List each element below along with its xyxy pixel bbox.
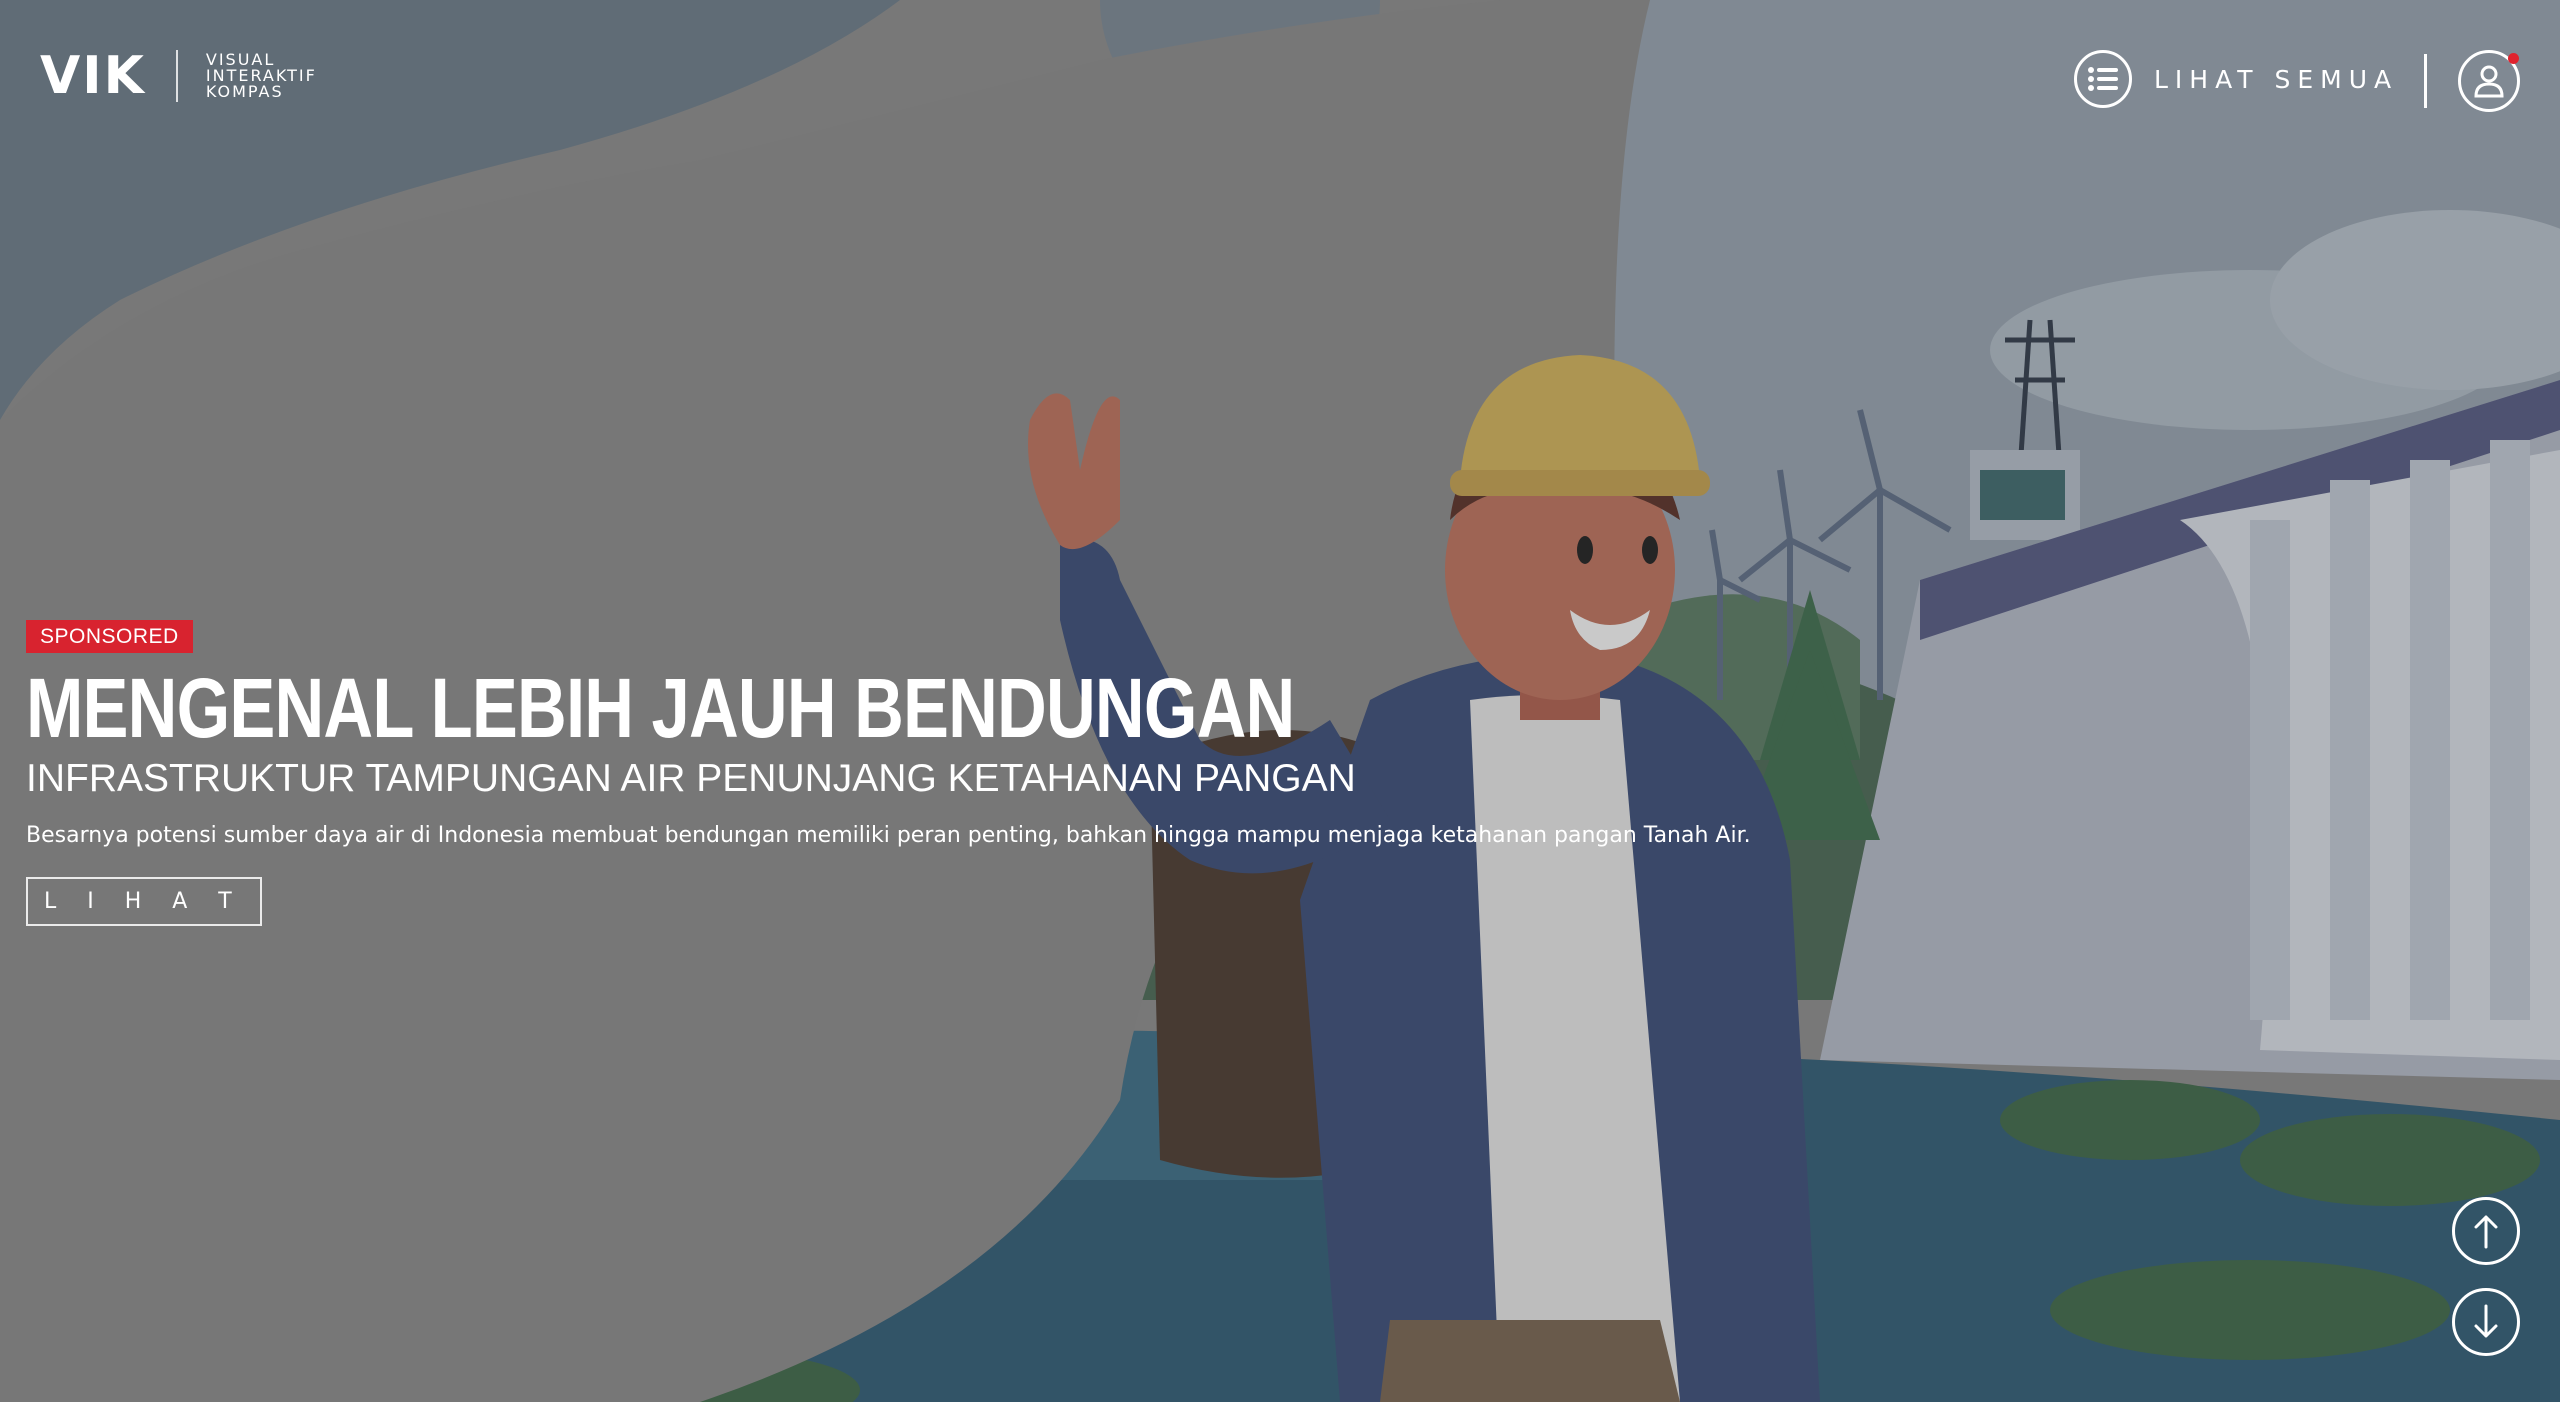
hero-title: MENGENAL LEBIH JAUH BENDUNGAN (26, 661, 1295, 755)
sponsored-badge: SPONSORED (26, 620, 193, 653)
list-icon (2074, 50, 2132, 108)
vik-logo[interactable]: VIK VISUAL INTERAKTIF KOMPAS (40, 50, 317, 102)
lihat-button[interactable]: L I H A T (26, 877, 262, 926)
logo-divider (175, 50, 178, 102)
user-account-button[interactable] (2458, 50, 2520, 112)
scroll-down-button[interactable] (2452, 1288, 2520, 1356)
view-all-label: LIHAT SEMUA (2154, 64, 2399, 94)
logo-subtitle: VISUAL INTERAKTIF KOMPAS (206, 52, 317, 100)
header-divider (2424, 54, 2427, 108)
hero-description: Besarnya potensi sumber daya air di Indo… (26, 823, 1751, 848)
view-all-button[interactable]: LIHAT SEMUA (2074, 50, 2398, 108)
hero-content: SPONSORED MENGENAL LEBIH JAUH BENDUNGAN … (26, 620, 1751, 926)
logo-sub-line: KOMPAS (205, 82, 284, 101)
site-header: VIK VISUAL INTERAKTIF KOMPAS LIHAT SEMUA (0, 0, 2560, 150)
scroll-up-button[interactable] (2452, 1197, 2520, 1265)
notification-dot (2508, 53, 2519, 64)
arrow-down-icon (2474, 1304, 2498, 1338)
arrow-up-icon (2474, 1215, 2498, 1249)
hero-subtitle: INFRASTRUKTUR TAMPUNGAN AIR PENUNJANG KE… (26, 757, 1356, 800)
logo-mark: VIK (40, 46, 146, 106)
